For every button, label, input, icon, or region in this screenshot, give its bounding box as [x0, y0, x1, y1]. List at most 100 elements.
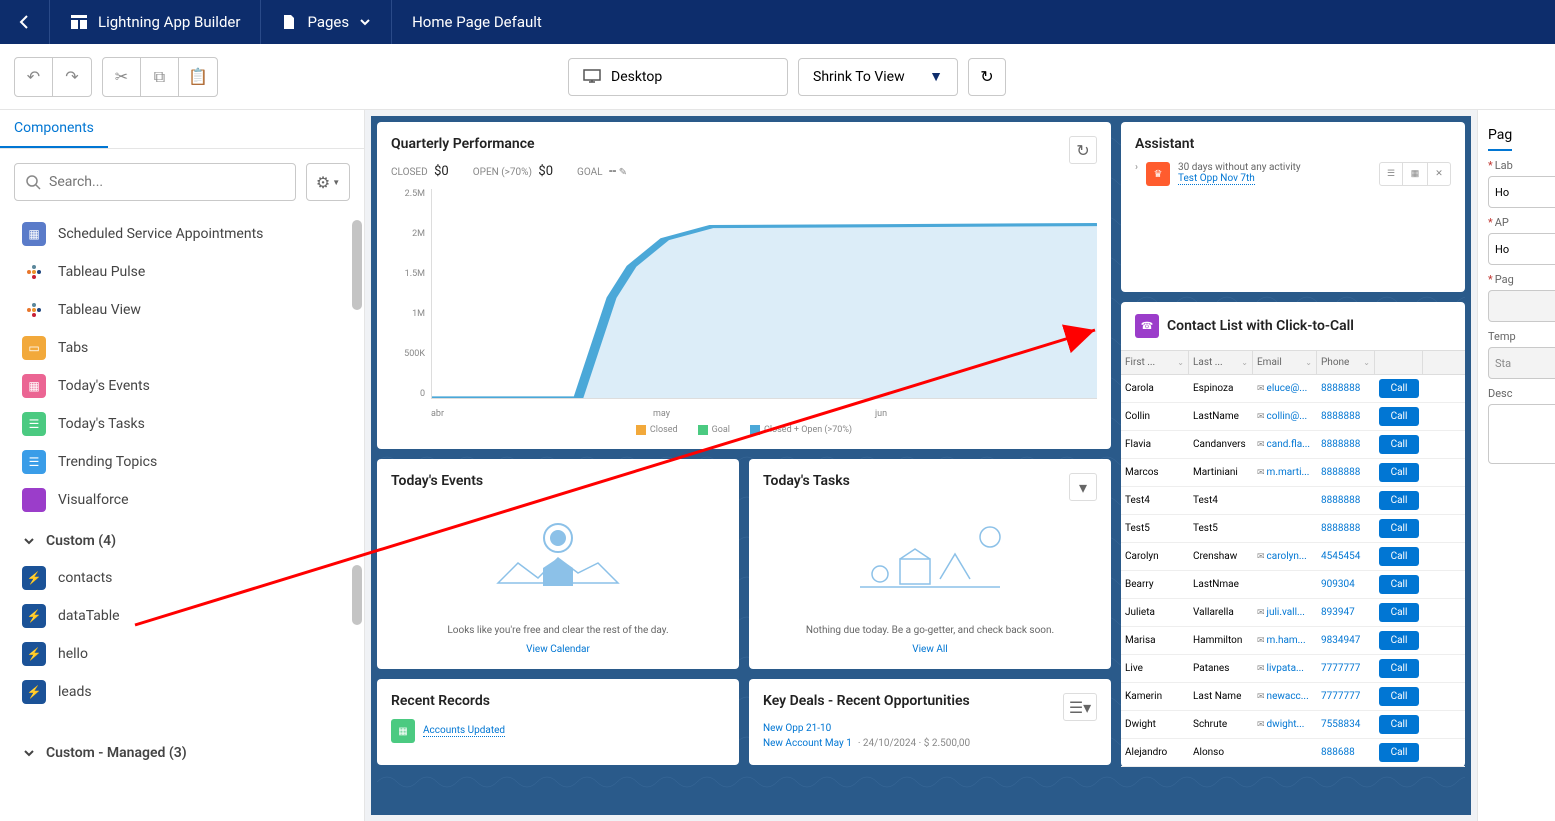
component-item[interactable]: Visualforce — [14, 481, 350, 519]
call-button[interactable]: Call — [1379, 435, 1419, 454]
col-header-email[interactable]: Email⌄ — [1253, 351, 1317, 374]
component-item[interactable]: ▭Tabs — [14, 329, 350, 367]
nav-pages[interactable]: Pages — [261, 0, 392, 44]
paste-button[interactable]: 📋 — [179, 58, 217, 96]
todays-tasks-card[interactable]: Today's Tasks ▾ Nothing due today. Be a … — [749, 459, 1111, 669]
contact-phone[interactable]: 8888888 — [1317, 376, 1375, 401]
device-select[interactable]: Desktop — [568, 58, 788, 96]
components-tab[interactable]: Components — [0, 110, 108, 148]
search-input-wrap[interactable] — [14, 163, 296, 201]
call-button[interactable]: Call — [1379, 519, 1419, 538]
contact-phone[interactable]: 8888888 — [1317, 488, 1375, 513]
contact-phone[interactable]: 8888888 — [1317, 404, 1375, 429]
contact-email[interactable]: ✉ juli.vall... — [1253, 600, 1317, 625]
scrollbar-thumb[interactable] — [352, 565, 362, 625]
contact-email[interactable]: ✉ m.ham... — [1253, 628, 1317, 653]
contact-phone[interactable]: 7558834 — [1317, 712, 1375, 737]
contact-phone[interactable]: 7777777 — [1317, 684, 1375, 709]
quarterly-performance-card[interactable]: Quarterly Performance ↻ CLOSED $0 OPEN (… — [377, 122, 1111, 449]
contact-email[interactable]: ✉ eluce@... — [1253, 376, 1317, 401]
component-item[interactable]: Tableau View — [14, 291, 350, 329]
component-item[interactable]: ☰Trending Topics — [14, 443, 350, 481]
assistant-card[interactable]: Assistant › ♛ 30 days without any activi… — [1121, 122, 1465, 292]
settings-button[interactable]: ⚙ ▼ — [306, 163, 350, 201]
contact-phone[interactable]: 4545454 — [1317, 544, 1375, 569]
search-field[interactable] — [49, 174, 285, 190]
copy-button[interactable]: ⧉ — [141, 58, 179, 96]
call-button[interactable]: Call — [1379, 463, 1419, 482]
col-header-first[interactable]: First ...⌄ — [1121, 351, 1189, 374]
call-button[interactable]: Call — [1379, 407, 1419, 426]
call-button[interactable]: Call — [1379, 575, 1419, 594]
contact-phone[interactable]: 8888888 — [1317, 432, 1375, 457]
contact-email[interactable] — [1253, 522, 1317, 536]
assistant-dismiss[interactable]: ✕ — [1427, 162, 1451, 186]
contact-phone[interactable]: 8888888 — [1317, 516, 1375, 541]
contact-email[interactable]: ✉ m.marti... — [1253, 460, 1317, 485]
custom-section-header[interactable]: Custom (4) — [14, 519, 350, 559]
perf-refresh-button[interactable]: ↻ — [1069, 136, 1097, 164]
view-calendar-link[interactable]: View Calendar — [391, 644, 725, 655]
undo-button[interactable]: ↶ — [15, 58, 53, 96]
keydeals-menu-button[interactable]: ☰▾ — [1063, 693, 1097, 721]
back-button[interactable] — [0, 0, 50, 44]
contact-list-card[interactable]: ☎ Contact List with Click-to-Call First … — [1121, 302, 1465, 767]
contact-phone[interactable]: 909304 — [1317, 572, 1375, 597]
custom-component-item[interactable]: ⚡contacts — [14, 559, 350, 597]
cut-button[interactable]: ✂ — [103, 58, 141, 96]
opportunity-link[interactable]: New Account May 1 — [763, 738, 852, 749]
page-tab[interactable]: Pag — [1488, 127, 1512, 151]
label-input[interactable]: Ho — [1488, 176, 1555, 208]
assistant-action-2[interactable]: ▦ — [1403, 162, 1427, 186]
custom-managed-section-header[interactable]: Custom - Managed (3) — [14, 731, 350, 771]
api-input[interactable]: Ho — [1488, 233, 1555, 265]
key-deals-card[interactable]: Key Deals - Recent Opportunities ☰▾ New … — [749, 679, 1111, 765]
custom-component-item[interactable]: ⚡dataTable — [14, 597, 350, 635]
component-item[interactable]: ☰Today's Tasks — [14, 405, 350, 443]
contact-phone[interactable]: 893947 — [1317, 600, 1375, 625]
redo-button[interactable]: ↷ — [53, 58, 91, 96]
call-button[interactable]: Call — [1379, 631, 1419, 650]
nav-app-builder[interactable]: Lightning App Builder — [50, 0, 261, 44]
refresh-button[interactable]: ↻ — [968, 58, 1006, 96]
call-button[interactable]: Call — [1379, 715, 1419, 734]
chevron-right-icon[interactable]: › — [1135, 162, 1138, 173]
contact-email[interactable]: ✉ cand.fla... — [1253, 432, 1317, 457]
assistant-link[interactable]: Test Opp Nov 7th — [1178, 173, 1255, 185]
recent-record-link[interactable]: Accounts Updated — [423, 725, 505, 737]
contact-phone[interactable]: 888688 — [1317, 740, 1375, 765]
call-button[interactable]: Call — [1379, 547, 1419, 566]
col-header-last[interactable]: Last ...⌄ — [1189, 351, 1253, 374]
contact-phone[interactable]: 7777777 — [1317, 656, 1375, 681]
call-button[interactable]: Call — [1379, 687, 1419, 706]
opportunity-link[interactable]: New Opp 21-10 — [763, 723, 831, 734]
todays-events-card[interactable]: Today's Events Looks like you're free an… — [377, 459, 739, 669]
component-list[interactable]: ▦Scheduled Service AppointmentsTableau P… — [0, 215, 364, 821]
custom-component-item[interactable]: ⚡leads — [14, 673, 350, 711]
contact-email[interactable]: ✉ newacc... — [1253, 684, 1317, 709]
contact-phone[interactable]: 9834947 — [1317, 628, 1375, 653]
call-button[interactable]: Call — [1379, 379, 1419, 398]
component-item[interactable]: ▦Today's Events — [14, 367, 350, 405]
scrollbar-up-track[interactable] — [352, 220, 362, 310]
col-header-phone[interactable]: Phone⌄ — [1317, 351, 1375, 374]
component-item[interactable]: Tableau Pulse — [14, 253, 350, 291]
call-button[interactable]: Call — [1379, 603, 1419, 622]
zoom-select[interactable]: Shrink To View ▼ — [798, 58, 958, 96]
contact-email[interactable] — [1253, 578, 1317, 592]
recent-records-card[interactable]: Recent Records ▦ Accounts Updated — [377, 679, 739, 765]
contact-phone[interactable]: 8888888 — [1317, 460, 1375, 485]
edit-goal-icon[interactable]: ✎ — [619, 167, 627, 178]
contact-email[interactable] — [1253, 494, 1317, 508]
assistant-action-1[interactable]: ☰ — [1379, 162, 1403, 186]
custom-component-item[interactable]: ⚡hello — [14, 635, 350, 673]
call-button[interactable]: Call — [1379, 743, 1419, 762]
component-item[interactable]: ▦Scheduled Service Appointments — [14, 215, 350, 253]
description-input[interactable] — [1488, 404, 1555, 464]
view-all-tasks-link[interactable]: View All — [763, 644, 1097, 655]
tasks-menu-button[interactable]: ▾ — [1069, 473, 1097, 501]
call-button[interactable]: Call — [1379, 491, 1419, 510]
contact-email[interactable]: ✉ collin@... — [1253, 404, 1317, 429]
contact-email[interactable]: ✉ livpata... — [1253, 656, 1317, 681]
contact-email[interactable] — [1253, 746, 1317, 760]
